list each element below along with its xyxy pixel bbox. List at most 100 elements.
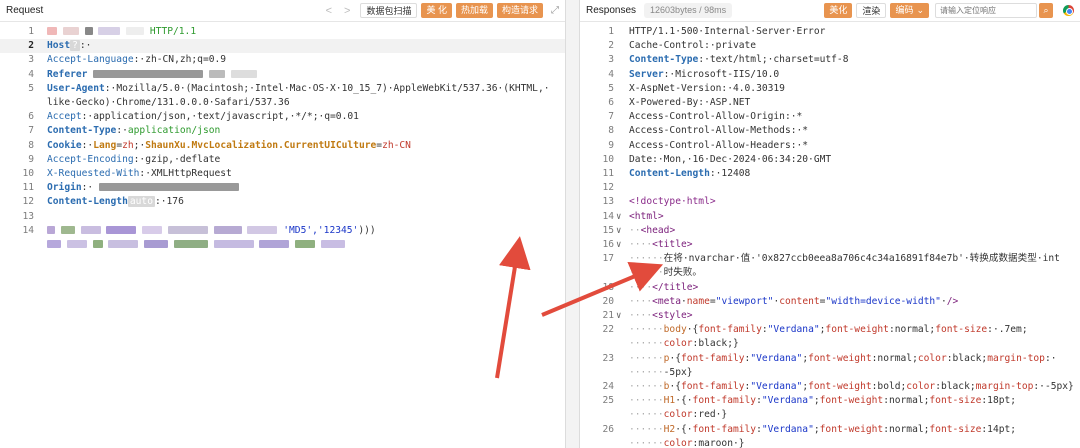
- code-text: ····<title>: [629, 239, 693, 250]
- code-line: 24 ······b·{font-family:"Verdana";font-we…: [580, 380, 1080, 394]
- expand-icon[interactable]: ⤢: [551, 5, 559, 16]
- line-number: 10: [602, 153, 614, 165]
- line-number: 17: [602, 253, 614, 265]
- code-text: ····<meta·name="viewport"·content="width…: [629, 295, 959, 307]
- code-line: 12: [580, 181, 1080, 195]
- code-text: Server:·Microsoft-IIS/10.0: [629, 68, 780, 80]
- back-arrow-icon[interactable]: <: [326, 5, 332, 17]
- code-text: Date:·Mon,·16·Dec·2024·06:34:20·GMT: [629, 153, 832, 165]
- chrome-browser-icon[interactable]: [1063, 5, 1074, 16]
- code-line: 7 Content-Type:·application/json: [0, 124, 565, 138]
- code-line: 22 ······body·{font-family:"Verdana";font…: [580, 323, 1080, 337]
- code-text: X-Requested-With:·XMLHttpRequest: [47, 168, 232, 179]
- render-button[interactable]: 渲染: [856, 3, 887, 18]
- code-line: 4 Server:·Microsoft-IIS/10.0: [580, 68, 1080, 82]
- code-text: ······color:maroon·}: [629, 437, 745, 448]
- line-number: 15: [602, 224, 614, 236]
- code-line: ······-5px}: [580, 366, 1080, 380]
- encoding-dropdown[interactable]: 编码 ⌄: [890, 3, 929, 18]
- code-line: 25 ······H1·{·font-family:"Verdana";font-…: [580, 394, 1080, 408]
- pane-splitter[interactable]: [566, 0, 580, 448]
- fold-toggle-icon[interactable]: ∨: [616, 224, 621, 238]
- code-line: 9 Access-Control-Allow-Headers:·*: [580, 139, 1080, 153]
- line-number: 5: [28, 82, 34, 94]
- code-text: <html>: [629, 210, 664, 222]
- code-text: Content-Length auto:·176: [47, 196, 184, 208]
- line-number: 18: [602, 281, 614, 293]
- build-request-button[interactable]: 构造请求: [496, 3, 543, 18]
- code-text: Content-Type:·application/json: [47, 125, 221, 137]
- line-number: 3: [28, 54, 34, 66]
- code-text: Access-Control-Allow-Methods:·*: [629, 125, 809, 137]
- code-text: ······color:black;}: [629, 338, 739, 350]
- code-line: 20 ····<meta·name="viewport"·content="wid…: [580, 295, 1080, 309]
- code-line: 3 Accept-Language:·zh-CN,zh;q=0.9: [0, 53, 565, 67]
- code-text: ······body·{font-family:"Verdana";font-w…: [629, 324, 1028, 336]
- code-text: ····</title>: [629, 281, 699, 293]
- line-number: 7: [28, 125, 34, 137]
- code-line: 14 ∨ <html>: [580, 210, 1080, 224]
- line-number: 24: [602, 381, 614, 392]
- fold-toggle-icon[interactable]: ∨: [616, 210, 621, 224]
- line-number: 16: [602, 239, 614, 250]
- line-number: 20: [602, 295, 614, 307]
- code-line: 6 X-Powered-By:·ASP.NET: [580, 96, 1080, 110]
- packet-scan-button[interactable]: 数据包扫描: [360, 3, 418, 18]
- line-number: 22: [602, 324, 614, 336]
- code-text: ······b·{font-family:"Verdana";font-weig…: [629, 381, 1074, 392]
- line-number: 9: [28, 153, 34, 165]
- code-line: 16 ∨ ····<title>: [580, 238, 1080, 252]
- code-text: Content-Type:·text/html;·charset=utf-8: [629, 54, 849, 66]
- beautify-button[interactable]: 美 化: [421, 3, 452, 18]
- code-line: 15 ∨ ··<head>: [580, 224, 1080, 238]
- fold-toggle-icon[interactable]: ∨: [616, 238, 621, 252]
- code-text: ····<style>: [629, 310, 693, 321]
- code-text: Access-Control-Allow-Origin:·*: [629, 111, 803, 123]
- code-text: Cookie:·Lang=zh;·ShaunXu.MvcLocalization…: [47, 139, 411, 151]
- search-icon[interactable]: ⌕: [1039, 3, 1053, 18]
- code-line: 10 X-Requested-With:·XMLHttpRequest: [0, 167, 565, 181]
- code-text: ······H1·{·font-family:"Verdana";font-we…: [629, 395, 1017, 407]
- response-editor[interactable]: 1 HTTP/1.1·500·Internal·Server·Error 2 Cach…: [580, 22, 1080, 448]
- code-text: 'MD5','12345'))): [47, 224, 376, 238]
- code-text: ······p·{font-family:"Verdana";font-weig…: [629, 352, 1057, 364]
- code-line: 9 Accept-Encoding:·gzip,·deflate: [0, 153, 565, 167]
- code-text: [47, 238, 346, 252]
- line-number: 4: [28, 68, 34, 80]
- code-line: ······color:black;}: [580, 337, 1080, 351]
- line-number: 2: [608, 40, 614, 52]
- code-line: 5 User-Agent:·Mozilla/5.0·(Macintosh;·Int…: [0, 82, 565, 96]
- code-line: 4 Referer: [0, 68, 565, 82]
- hot-load-button[interactable]: 热加载: [455, 3, 493, 18]
- code-line: 17 ······在将·nvarchar·值·'0x827ccb0eea8a706…: [580, 252, 1080, 266]
- request-toolbar: Request < > 数据包扫描 美 化 热加载 构造请求 ⤢: [0, 0, 565, 22]
- line-number: 8: [608, 125, 614, 137]
- code-text: ······H2·{·font-family:"Verdana";font-we…: [629, 423, 1017, 435]
- request-editor[interactable]: 1 HTTP/1.1 2 Host?:· 3 Accept-Language:·zh-C…: [0, 22, 565, 448]
- code-line: 13 <!doctype·html>: [580, 195, 1080, 209]
- code-line: 7 Access-Control-Allow-Origin:·*: [580, 110, 1080, 124]
- code-line: 14 'MD5','12345'))): [0, 224, 565, 238]
- line-number: 11: [22, 182, 34, 194]
- response-toolbar: Responses 12603bytes / 98ms 美化 渲染 编码⌄ ⌕: [580, 0, 1080, 22]
- line-number: 12: [22, 196, 34, 208]
- fold-toggle-icon[interactable]: ∨: [616, 309, 621, 323]
- code-text: ······在将·nvarchar·值·'0x827ccb0eea8a706c4…: [629, 253, 1060, 265]
- response-stats: 12603bytes / 98ms: [644, 3, 733, 18]
- code-text: Referer: [47, 68, 257, 82]
- code-line: like·Gecko)·Chrome/131.0.0.0·Safari/537.…: [0, 96, 565, 110]
- code-text: Accept-Language:·zh-CN,zh;q=0.9: [47, 54, 227, 66]
- code-text: Content-Length:·12408: [629, 168, 751, 179]
- line-number: 6: [28, 111, 34, 123]
- line-number: 14: [22, 224, 34, 236]
- code-line: 2 Host?:·: [0, 39, 565, 54]
- forward-arrow-icon[interactable]: >: [344, 5, 350, 17]
- code-text: ······-5px}: [629, 366, 693, 378]
- line-number: 12: [602, 182, 614, 194]
- response-beautify-button[interactable]: 美化: [824, 3, 853, 18]
- line-number: 5: [608, 82, 614, 94]
- code-line: 8 Cookie:·Lang=zh;·ShaunXu.MvcLocalizatio…: [0, 139, 565, 153]
- response-search-input[interactable]: [935, 3, 1037, 18]
- request-title: Request: [6, 5, 44, 16]
- code-line: 1 HTTP/1.1: [0, 25, 565, 39]
